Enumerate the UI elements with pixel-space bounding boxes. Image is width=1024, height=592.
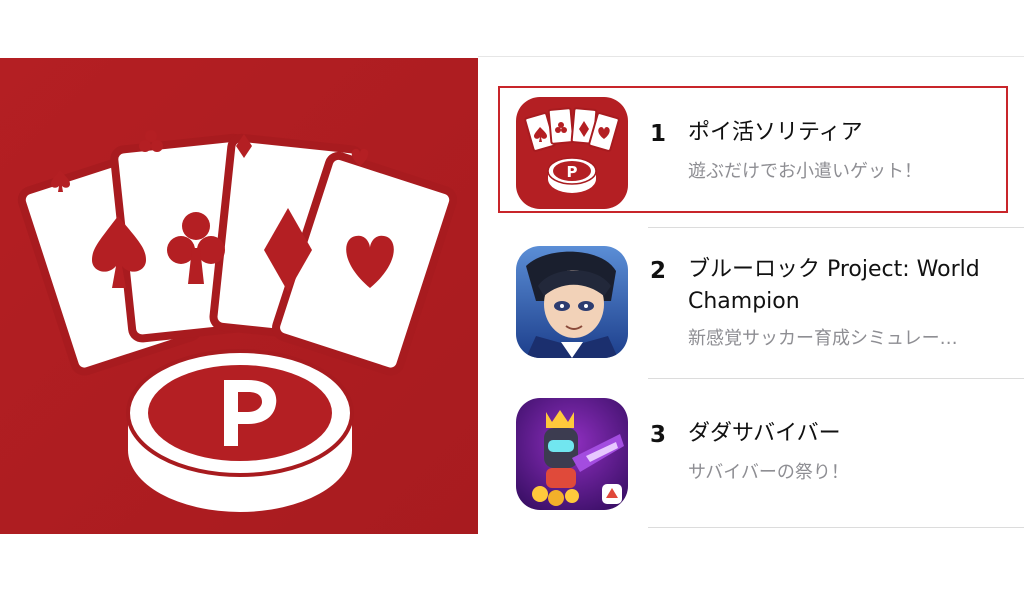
app-subtitle: サバイバーの祭り！ bbox=[688, 462, 849, 483]
blue-lock-app-icon[interactable] bbox=[516, 246, 628, 358]
app-title[interactable]: ダダサバイバー bbox=[688, 418, 1008, 450]
rank-number: 3 bbox=[650, 422, 667, 448]
app-title[interactable]: ブルーロック Project: World Champion bbox=[688, 254, 1008, 318]
selection-highlight bbox=[498, 86, 1008, 213]
row-divider bbox=[648, 378, 1024, 379]
list-item[interactable]: 3 ダダサバイバー サバイバーの祭り！ bbox=[478, 398, 1024, 510]
list-item[interactable]: 2 ブルーロック Project: World Champion 新感覚サッカー… bbox=[478, 246, 1024, 362]
app-subtitle: 新感覚サッカー育成シミュレー… bbox=[688, 328, 958, 349]
rank-number: 2 bbox=[650, 258, 667, 284]
row-divider bbox=[648, 227, 1024, 228]
dada-survivor-app-icon[interactable] bbox=[516, 398, 628, 510]
row-divider bbox=[648, 527, 1024, 528]
hero-app-artwork bbox=[0, 58, 478, 534]
top-divider bbox=[478, 56, 1024, 57]
